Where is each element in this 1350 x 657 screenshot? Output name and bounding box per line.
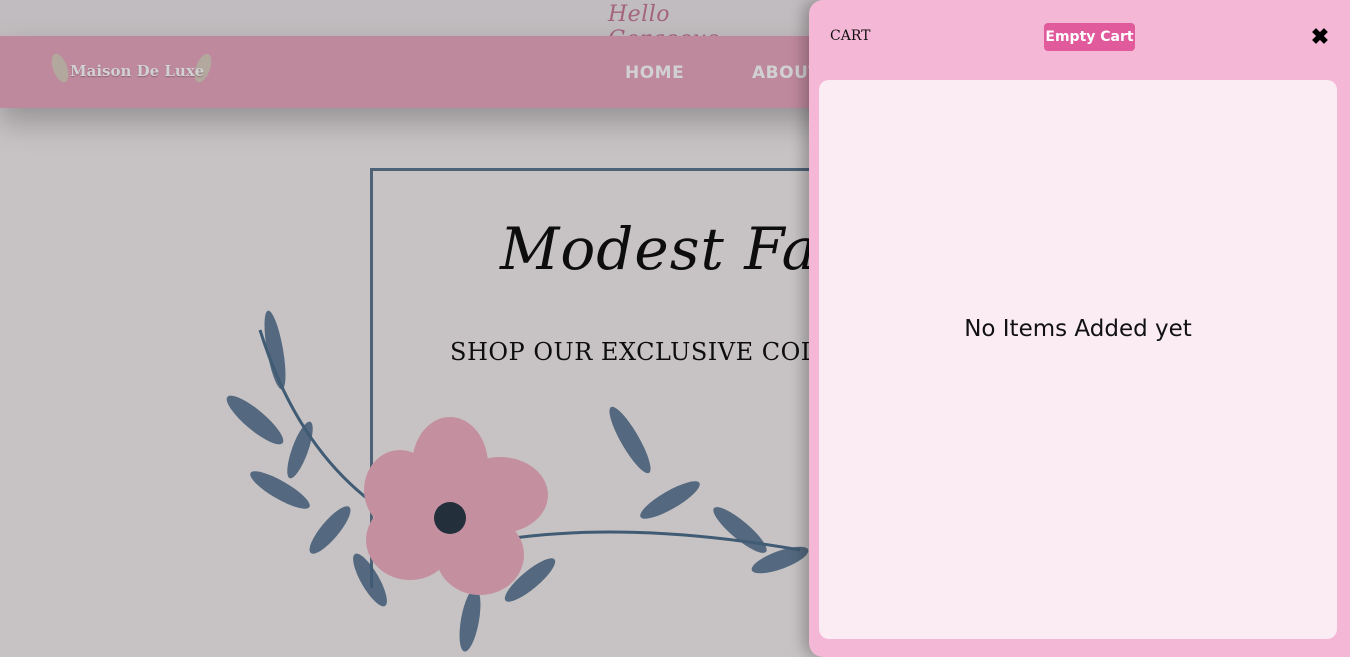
cart-drawer: CART Empty Cart ✖ No Items Added yet [809, 0, 1350, 657]
cart-items-area: No Items Added yet [819, 80, 1337, 639]
close-cart-button[interactable]: ✖ [1307, 24, 1333, 50]
close-icon: ✖ [1310, 24, 1330, 49]
cart-header: CART Empty Cart ✖ [809, 0, 1350, 78]
cart-title: CART [830, 28, 871, 44]
empty-cart-button[interactable]: Empty Cart [1044, 23, 1135, 51]
empty-cart-message: No Items Added yet [964, 316, 1192, 342]
